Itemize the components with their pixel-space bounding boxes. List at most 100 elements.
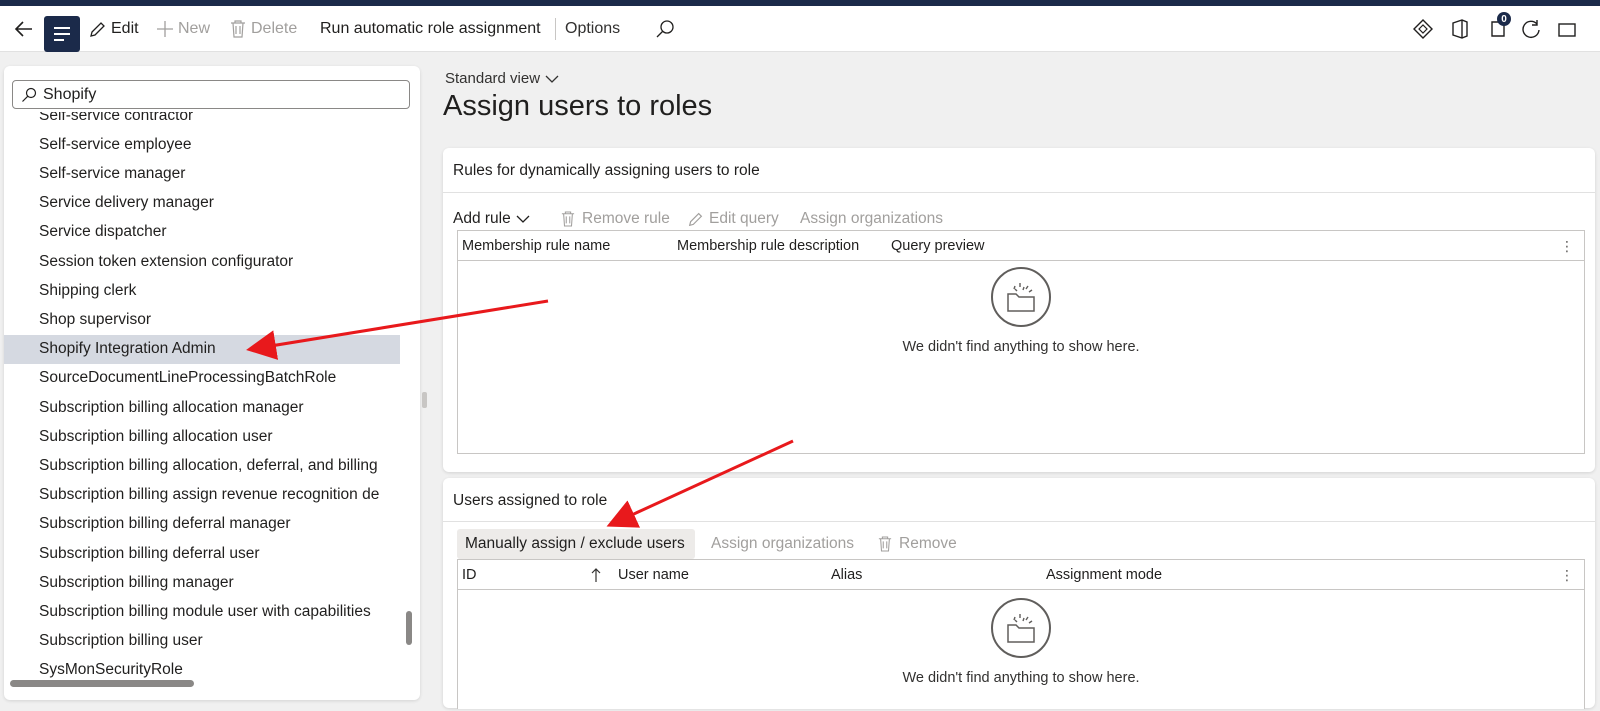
column-header-assignment-mode[interactable]: Assignment mode (1046, 560, 1162, 590)
manually-assign-exclude-users-button[interactable]: Manually assign / exclude users (457, 529, 695, 559)
manually-assign-label: Manually assign / exclude users (465, 535, 685, 552)
office-button[interactable] (1450, 6, 1470, 52)
column-header-membership-rule-name[interactable]: Membership rule name (462, 231, 610, 261)
assign-organizations-button[interactable]: Assign organizations (711, 529, 854, 559)
run-automatic-role-assignment-button[interactable]: Run automatic role assignment (320, 6, 541, 52)
refresh-button[interactable] (1520, 6, 1542, 52)
rules-grid: Membership rule name Membership rule des… (457, 230, 1585, 454)
role-filter-box[interactable] (12, 80, 410, 109)
run-assignment-label: Run automatic role assignment (320, 20, 541, 37)
toolbar-search-button[interactable] (655, 6, 675, 52)
office-icon (1452, 19, 1468, 39)
role-list-item[interactable]: Shipping clerk (4, 276, 400, 305)
users-section-title: Users assigned to role (453, 492, 608, 509)
role-list-horizontal-scrollbar[interactable] (10, 680, 194, 687)
more-options-icon[interactable]: ⋮ (1560, 567, 1574, 584)
role-list-item[interactable]: Subscription billing allocation, deferra… (4, 451, 400, 480)
options-tab[interactable]: Options (565, 6, 620, 52)
role-list-item[interactable]: Service delivery manager (4, 189, 400, 218)
edit-label: Edit (111, 20, 139, 37)
role-filter-input[interactable] (43, 85, 403, 104)
view-selector[interactable]: Standard view (445, 70, 559, 87)
rules-section-title: Rules for dynamically assigning users to… (453, 162, 760, 179)
open-in-new-window-button[interactable] (1556, 6, 1576, 52)
trash-icon (561, 211, 575, 227)
role-list-item[interactable]: Subscription billing assign revenue reco… (4, 481, 400, 510)
pencil-icon (688, 212, 703, 227)
more-options-icon[interactable]: ⋮ (1560, 238, 1574, 255)
users-grid: ID User name Alias Assignment mode ⋮ We … (457, 559, 1585, 709)
window-icon (1558, 23, 1576, 37)
empty-folder-icon (991, 598, 1051, 658)
search-icon (656, 20, 674, 38)
add-rule-label: Add rule (453, 210, 511, 227)
column-header-query-preview[interactable]: Query preview (891, 231, 984, 261)
pane-splitter-handle[interactable] (422, 392, 427, 408)
section-divider (443, 192, 1595, 193)
notifications-button[interactable]: 0 (1488, 6, 1511, 52)
empty-folder-icon (991, 267, 1051, 327)
users-empty-state: We didn't find anything to show here. (458, 598, 1584, 686)
chevron-down-icon (545, 75, 559, 83)
filter-search-icon (22, 87, 37, 102)
notification-badge: 0 (1497, 12, 1511, 26)
back-arrow-icon (14, 21, 32, 37)
role-list-item[interactable]: Subscription billing allocation user (4, 422, 400, 451)
options-label: Options (565, 20, 621, 37)
role-list-vertical-scrollbar[interactable] (406, 611, 412, 645)
role-list: Self-service contractor Self-service empl… (4, 112, 400, 678)
role-list-item[interactable]: Subscription billing user (4, 627, 400, 656)
role-list-item[interactable]: Subscription billing manager (4, 568, 400, 597)
column-header-alias[interactable]: Alias (831, 560, 862, 590)
role-list-item[interactable]: SourceDocumentLineProcessingBatchRole (4, 364, 400, 393)
hamburger-icon (54, 27, 70, 41)
rules-section: Rules for dynamically assigning users to… (443, 148, 1595, 472)
new-label: New (178, 20, 211, 37)
delete-button[interactable]: Delete (230, 6, 297, 52)
role-list-item[interactable]: Session token extension configurator (4, 247, 400, 276)
page-title: Assign users to roles (443, 90, 713, 122)
remove-label: Remove (899, 535, 957, 552)
new-button[interactable]: New (156, 6, 210, 52)
edit-query-label: Edit query (709, 210, 779, 227)
diamond-button[interactable] (1412, 6, 1434, 52)
role-list-item[interactable]: Shop supervisor (4, 305, 400, 334)
role-list-item[interactable]: Subscription billing deferral user (4, 539, 400, 568)
column-header-user-name[interactable]: User name (618, 560, 689, 590)
section-divider (443, 521, 1595, 522)
edit-button[interactable]: Edit (88, 6, 139, 52)
users-empty-text: We didn't find anything to show here. (902, 670, 1140, 686)
action-toolbar: Edit New Delete Run automatic role assig… (0, 6, 1600, 52)
trash-icon (231, 20, 245, 38)
sort-ascending-icon[interactable] (590, 560, 602, 590)
role-list-item[interactable]: Shopify Integration Admin (4, 334, 400, 364)
trash-icon (878, 536, 892, 552)
column-header-id[interactable]: ID (462, 560, 477, 590)
chevron-down-icon (516, 215, 530, 223)
plus-icon (157, 21, 173, 37)
role-list-item[interactable]: Subscription billing module user with ca… (4, 597, 400, 626)
action-pane-menu-button[interactable] (44, 16, 80, 52)
users-section: Users assigned to role Manually assign /… (443, 478, 1595, 709)
column-header-membership-rule-description[interactable]: Membership rule description (677, 231, 859, 261)
role-list-item[interactable]: SysMonSecurityRole (4, 656, 400, 678)
role-list-item[interactable]: Subscription billing allocation manager (4, 393, 400, 422)
remove-rule-label: Remove rule (582, 210, 670, 227)
role-list-item[interactable]: Self-service contractor (4, 112, 400, 130)
diamond-icon (1413, 19, 1433, 39)
rules-grid-header: Membership rule name Membership rule des… (458, 231, 1584, 261)
role-list-item[interactable]: Self-service employee (4, 130, 400, 159)
users-grid-header: ID User name Alias Assignment mode ⋮ (458, 560, 1584, 590)
role-list-item[interactable]: Subscription billing deferral manager (4, 510, 400, 539)
pencil-icon (90, 22, 105, 37)
assign-organizations-label: Assign organizations (800, 210, 944, 227)
rules-empty-state: We didn't find anything to show here. (458, 267, 1584, 355)
assign-organizations-label: Assign organizations (711, 535, 855, 552)
role-list-item[interactable]: Service dispatcher (4, 218, 400, 247)
role-list-pane: Self-service contractorSelf-service empl… (4, 66, 420, 700)
remove-button[interactable]: Remove (878, 529, 957, 559)
back-button[interactable] (12, 6, 36, 52)
toolbar-divider (555, 18, 556, 40)
role-list-item[interactable]: Self-service manager (4, 159, 400, 188)
refresh-icon (1522, 20, 1540, 39)
